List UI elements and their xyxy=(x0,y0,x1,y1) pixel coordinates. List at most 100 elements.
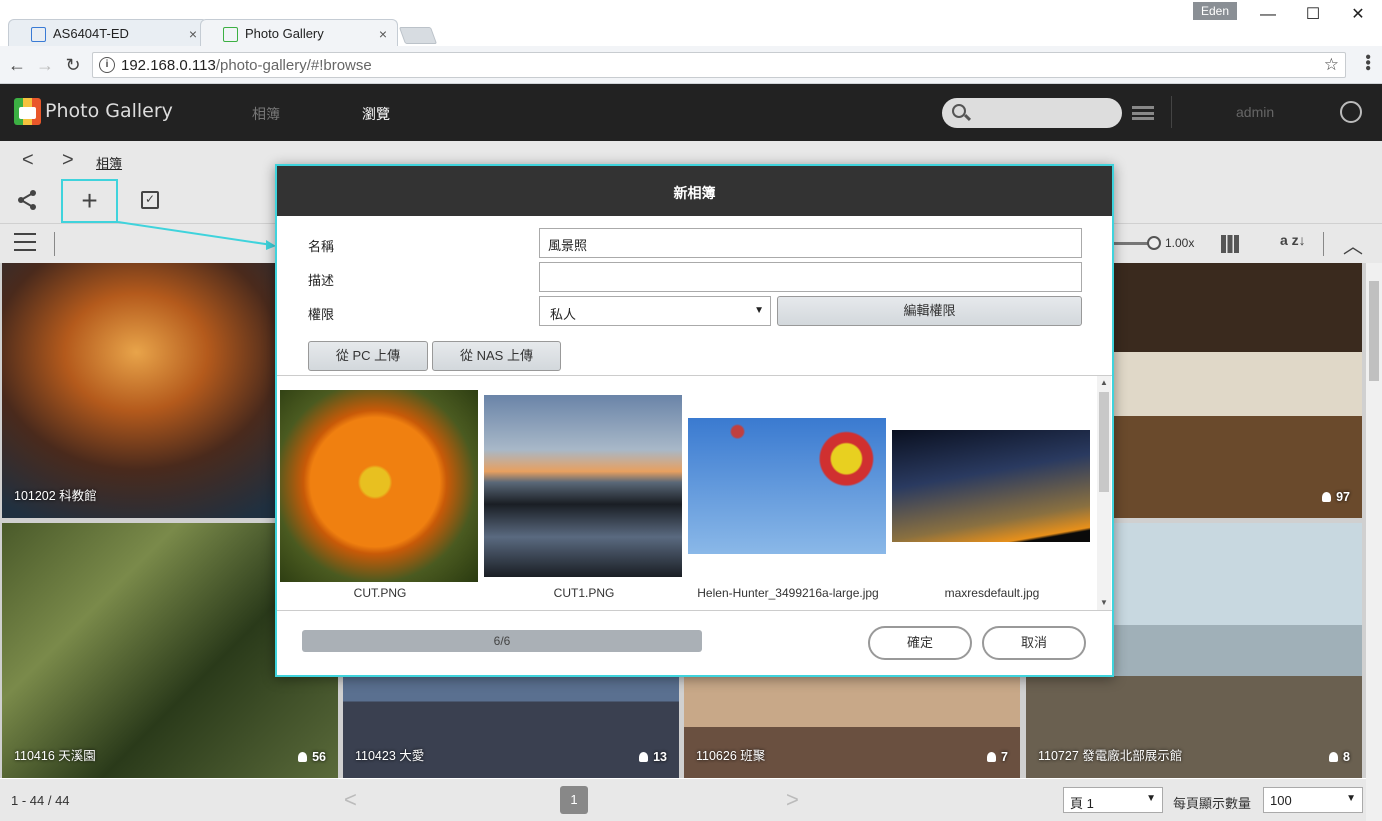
new-album-dialog: 新相簿 名稱 風景照 描述 權限 私人 ▼ 編輯權限 從 PC 上傳 從 NAS … xyxy=(275,164,1114,677)
page-select[interactable]: 頁 1 ▼ xyxy=(1063,787,1163,813)
close-window-button[interactable]: ✕ xyxy=(1343,4,1373,26)
upload-from-nas-button[interactable]: 從 NAS 上傳 xyxy=(432,341,561,371)
nav-browse[interactable]: 瀏覽 xyxy=(362,104,390,124)
reload-icon[interactable]: ↻ xyxy=(62,54,84,76)
search-input[interactable] xyxy=(942,98,1122,128)
person-icon xyxy=(987,752,997,762)
user-avatar-icon[interactable] xyxy=(1340,101,1362,123)
photo-thumbnail[interactable]: Helen-Hunter_3499216a-large.jpg xyxy=(688,376,888,606)
browser-toolbar: ← → ↻ i 192.168.0.113/photo-gallery/#!br… xyxy=(0,46,1382,84)
pagination-bar: 1 - 44 / 44 < 1 > 頁 1 ▼ 每頁顯示數量 100 ▼ xyxy=(0,779,1366,821)
photo-count: 8 xyxy=(1329,750,1350,764)
dropdown-arrow-icon: ▼ xyxy=(754,305,764,316)
album-name-field[interactable]: 風景照 xyxy=(539,228,1082,258)
share-icon[interactable] xyxy=(16,189,38,217)
task-list-icon[interactable] xyxy=(1132,106,1154,120)
tab-title: AS6404T-ED xyxy=(53,26,129,41)
sort-az-icon[interactable]: a z↓ xyxy=(1280,232,1306,248)
dialog-title: 新相簿 xyxy=(673,185,716,201)
current-page[interactable]: 1 xyxy=(560,786,588,814)
browser-tab-photo-gallery[interactable]: Photo Gallery × xyxy=(200,19,398,47)
person-icon xyxy=(639,752,649,762)
browser-tabstrip: AS6404T-ED × Photo Gallery × Eden — ☐ ✕ xyxy=(0,0,1382,47)
upload-from-pc-button[interactable]: 從 PC 上傳 xyxy=(308,341,428,371)
dialog-header: 新相簿 xyxy=(277,166,1112,216)
browser-menu-icon[interactable]: ••• xyxy=(1358,54,1376,71)
upload-thumbnails: CUT.PNG CUT1.PNG Helen-Hunter_3499216a-l… xyxy=(277,375,1112,611)
photo-image xyxy=(484,395,682,577)
username[interactable]: admin xyxy=(1236,104,1274,120)
confirm-button[interactable]: 確定 xyxy=(868,626,972,660)
scroll-up-icon[interactable]: ▲ xyxy=(1100,378,1108,387)
browser-profile-badge[interactable]: Eden xyxy=(1193,2,1237,20)
album-description-field[interactable] xyxy=(539,262,1082,292)
photo-thumbnail[interactable]: CUT1.PNG xyxy=(484,376,684,606)
permission-select[interactable]: 私人 ▼ xyxy=(539,296,771,326)
album-caption: 110416 天溪園 xyxy=(14,749,96,763)
chevron-up-icon[interactable]: ︿ xyxy=(1343,230,1363,259)
scrollbar-thumb[interactable] xyxy=(1369,281,1379,381)
photo-thumbnail[interactable]: maxresdefault.jpg xyxy=(892,376,1092,606)
photo-count: 97 xyxy=(1322,490,1350,504)
tab-title: Photo Gallery xyxy=(245,26,324,41)
photo-count: 56 xyxy=(298,750,326,764)
dropdown-arrow-icon: ▼ xyxy=(1346,793,1356,804)
zoom-level: 1.00x xyxy=(1165,236,1195,250)
site-info-icon[interactable]: i xyxy=(99,57,115,73)
scrollbar-thumb[interactable] xyxy=(1099,392,1109,492)
divider xyxy=(1171,96,1172,128)
minimize-button[interactable]: — xyxy=(1253,4,1283,26)
maximize-button[interactable]: ☐ xyxy=(1298,4,1328,26)
photo-gallery-favicon-icon xyxy=(223,27,238,42)
breadcrumb[interactable]: 相簿 xyxy=(96,153,122,172)
photo-image xyxy=(892,430,1090,542)
nas-favicon-icon xyxy=(31,27,46,42)
edit-permission-button[interactable]: 編輯權限 xyxy=(777,296,1082,326)
photo-filename: maxresdefault.jpg xyxy=(944,586,1040,600)
close-tab-icon[interactable]: × xyxy=(189,26,197,42)
menu-icon[interactable] xyxy=(14,233,36,251)
chevron-right-icon[interactable]: > xyxy=(62,149,74,172)
photo-filename: Helen-Hunter_3499216a-large.jpg xyxy=(697,586,879,600)
per-page-select[interactable]: 100 ▼ xyxy=(1263,787,1363,813)
app-header: Photo Gallery 相簿 瀏覽 admin xyxy=(0,84,1382,141)
album-caption: 101202 科教館 xyxy=(14,489,97,503)
add-album-button[interactable]: + xyxy=(61,179,118,223)
thumbnail-scrollbar[interactable]: ▲ ▼ xyxy=(1097,376,1111,610)
address-bar[interactable]: i 192.168.0.113/photo-gallery/#!browse ☆ xyxy=(92,52,1346,78)
grid-view-icon[interactable] xyxy=(1221,235,1239,253)
photo-gallery-logo-icon xyxy=(14,98,41,125)
upload-progress-bar: 6/6 xyxy=(302,630,702,652)
photo-image xyxy=(280,390,478,582)
album-caption: 110626 班聚 xyxy=(696,749,766,763)
page-scrollbar[interactable] xyxy=(1366,263,1382,821)
photo-count: 7 xyxy=(987,750,1008,764)
browser-tab-as6404t[interactable]: AS6404T-ED × xyxy=(8,19,208,47)
photo-count: 13 xyxy=(639,750,667,764)
permission-label: 權限 xyxy=(308,307,335,322)
select-checkbox-icon[interactable]: ✓ xyxy=(141,191,159,209)
cancel-button[interactable]: 取消 xyxy=(982,626,1086,660)
dropdown-arrow-icon: ▼ xyxy=(1146,793,1156,804)
bookmark-star-icon[interactable]: ☆ xyxy=(1324,55,1339,75)
chevron-left-icon[interactable]: < xyxy=(344,787,357,813)
photo-thumbnail[interactable]: CUT.PNG xyxy=(280,376,480,606)
person-icon xyxy=(1329,752,1339,762)
chevron-left-icon[interactable]: < xyxy=(22,149,34,172)
photo-filename: CUT1.PNG xyxy=(553,586,615,600)
zoom-slider[interactable] xyxy=(1112,242,1152,245)
chevron-right-icon[interactable]: > xyxy=(786,787,799,813)
new-tab-button[interactable] xyxy=(398,27,438,44)
divider xyxy=(54,232,55,256)
back-arrow-icon[interactable]: ← xyxy=(6,54,28,76)
zoom-slider-handle[interactable] xyxy=(1147,236,1161,250)
item-range: 1 - 44 / 44 xyxy=(11,793,70,808)
forward-arrow-icon[interactable]: → xyxy=(34,54,56,76)
close-tab-icon[interactable]: × xyxy=(379,26,387,42)
description-label: 描述 xyxy=(308,273,335,288)
scroll-down-icon[interactable]: ▼ xyxy=(1100,598,1108,607)
nav-albums[interactable]: 相簿 xyxy=(252,104,280,124)
divider xyxy=(1323,232,1324,256)
person-icon xyxy=(298,752,308,762)
lock-icon xyxy=(1322,492,1332,502)
